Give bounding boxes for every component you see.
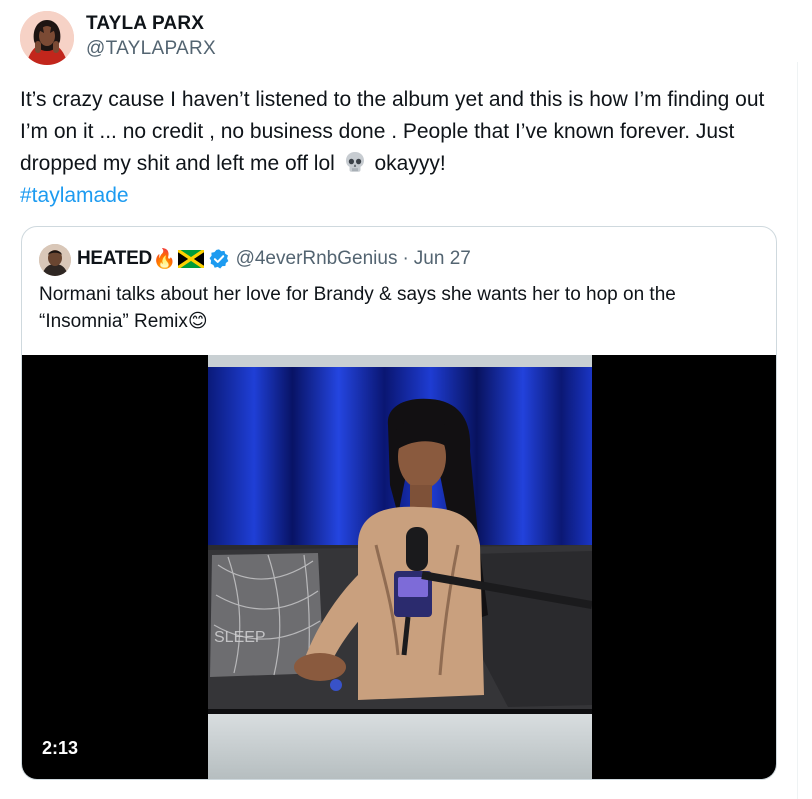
smiling-emoji-icon: 😊 xyxy=(187,311,208,332)
timeline-divider xyxy=(797,62,798,799)
quoted-tweet-header: HEATED 🔥 @4everRnbGenius · Jun 27 xyxy=(77,246,471,272)
quoted-tweet-text: Normani talks about her love for Brandy … xyxy=(39,281,759,335)
avatar-image xyxy=(20,11,74,65)
tweet-text: It’s crazy cause I haven’t listened to t… xyxy=(20,84,780,212)
quoted-author-avatar xyxy=(39,244,71,276)
pillow-text: SLEEP xyxy=(214,629,266,646)
quoted-author-handle[interactable]: @4everRnbGenius xyxy=(236,248,398,270)
video-thumbnail: SLEEP xyxy=(208,355,592,779)
video-player[interactable]: SLEEP 2:13 xyxy=(22,355,776,779)
hashtag-link[interactable]: #taylamade xyxy=(20,184,129,207)
skull-emoji-icon xyxy=(345,152,364,172)
author-name[interactable]: TAYLA PARX xyxy=(86,13,204,35)
author-handle[interactable]: @TAYLAPARX xyxy=(86,38,216,60)
tweet-text-part2: okayyy! xyxy=(368,152,446,175)
quoted-author-name[interactable]: HEATED xyxy=(77,248,152,270)
author-avatar[interactable] xyxy=(20,11,74,65)
fire-emoji-icon: 🔥 xyxy=(152,249,177,270)
quoted-tweet-date[interactable]: Jun 27 xyxy=(414,248,471,270)
quote-tweet-card[interactable]: HEATED 🔥 @4everRnbGenius · Jun 27 Norman… xyxy=(21,226,777,780)
quoted-tweet-text-body: Normani talks about her love for Brandy … xyxy=(39,284,676,332)
dot-separator: · xyxy=(402,248,409,269)
quoted-avatar-image xyxy=(39,244,71,276)
jamaica-flag-icon xyxy=(177,250,204,268)
video-duration: 2:13 xyxy=(36,735,85,762)
verified-badge-icon xyxy=(209,249,228,269)
